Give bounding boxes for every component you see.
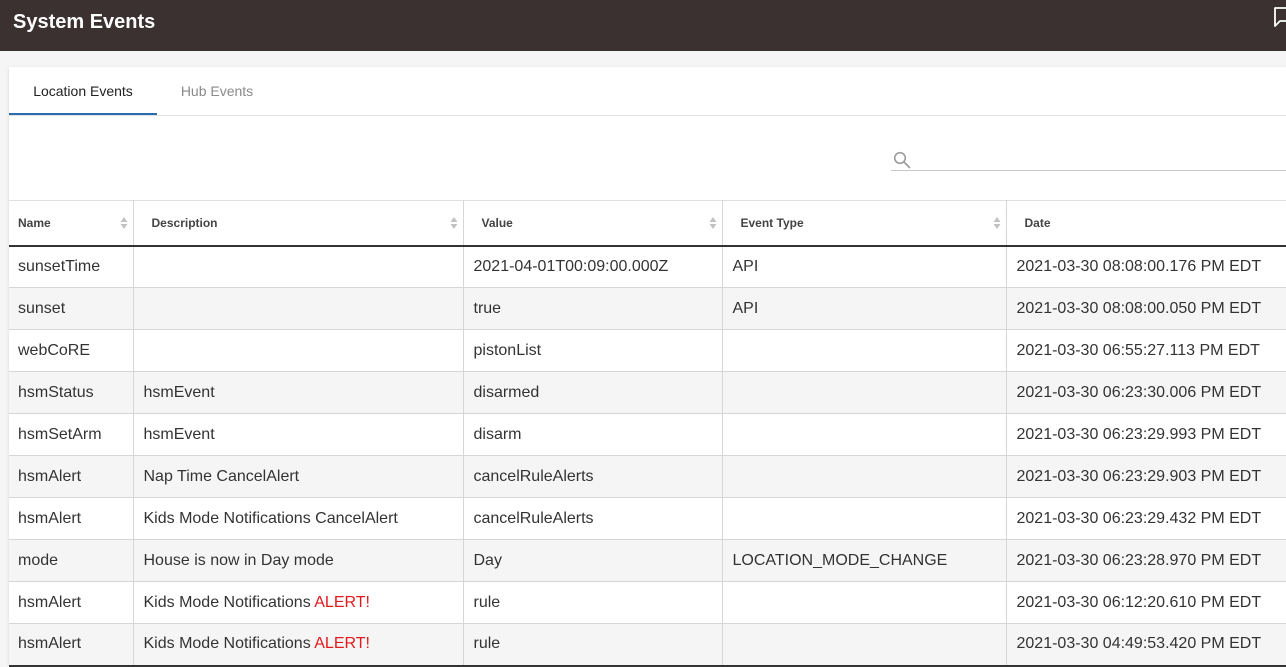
- column-header-label: Description: [151, 215, 218, 230]
- cell-value: Day: [463, 539, 723, 582]
- table-row: sunsetTime 2021-04-01T00:09:00.000Z API …: [9, 245, 1286, 288]
- cell-date: 2021-03-30 06:23:29.432 PM EDT: [1006, 497, 1286, 540]
- cell-description: Kids Mode Notifications CancelAlert: [133, 497, 464, 540]
- cell-name: hsmAlert: [9, 623, 134, 667]
- cell-event-type: [722, 581, 1007, 624]
- cell-description: Kids Mode Notifications ALERT!: [133, 623, 464, 667]
- column-header-label: Value: [481, 215, 513, 230]
- cell-event-type: API: [722, 245, 1007, 288]
- column-header-label: Event Type: [740, 215, 804, 230]
- table-row: sunset true API 2021-03-30 08:08:00.050 …: [9, 287, 1286, 330]
- cell-date: 2021-03-30 06:23:30.006 PM EDT: [1006, 371, 1286, 414]
- sort-icon: [709, 217, 716, 229]
- cell-value: disarm: [463, 413, 723, 456]
- column-header-value[interactable]: Value: [463, 200, 723, 247]
- tab-location-events[interactable]: Location Events: [9, 67, 157, 115]
- cell-date: 2021-03-30 06:23:28.970 PM EDT: [1006, 539, 1286, 582]
- tab-label: Location Events: [33, 83, 133, 99]
- cell-date: 2021-03-30 04:49:53.420 PM EDT: [1006, 623, 1286, 667]
- table-header-row: Name Description Value Event Type Date: [9, 200, 1286, 247]
- tab-label: Hub Events: [180, 83, 254, 99]
- cell-value: cancelRuleAlerts: [463, 455, 723, 498]
- tab-bar: Location Events Hub Events: [9, 67, 1286, 116]
- cell-value: rule: [463, 623, 723, 667]
- cell-name: hsmAlert: [9, 455, 134, 498]
- cell-name: hsmSetArm: [9, 413, 134, 456]
- cell-description: hsmEvent: [133, 413, 464, 456]
- events-card: Location Events Hub Events Name Descript…: [9, 67, 1286, 667]
- table-row: hsmAlert Kids Mode Notifications ALERT! …: [9, 623, 1286, 667]
- cell-event-type: [722, 413, 1007, 456]
- cell-description: [133, 329, 464, 372]
- cell-name: hsmAlert: [9, 497, 134, 540]
- cell-date: 2021-03-30 06:23:29.903 PM EDT: [1006, 455, 1286, 498]
- cell-event-type: [722, 329, 1007, 372]
- cell-name: mode: [9, 539, 134, 582]
- table-row: mode House is now in Day mode Day LOCATI…: [9, 539, 1286, 582]
- cell-description: Kids Mode Notifications ALERT!: [133, 581, 464, 624]
- cell-date: 2021-03-30 08:08:00.176 PM EDT: [1006, 245, 1286, 288]
- table-row: hsmAlert Kids Mode Notifications CancelA…: [9, 497, 1286, 540]
- cell-date: 2021-03-30 08:08:00.050 PM EDT: [1006, 287, 1286, 330]
- column-header-event-type[interactable]: Event Type: [722, 200, 1007, 247]
- cell-value: pistonList: [463, 329, 723, 372]
- cell-description: hsmEvent: [133, 371, 464, 414]
- cell-event-type: [722, 455, 1007, 498]
- column-header-description[interactable]: Description: [133, 200, 464, 247]
- cell-name: hsmAlert: [9, 581, 134, 624]
- cell-event-type: [722, 497, 1007, 540]
- cell-name: hsmStatus: [9, 371, 134, 414]
- cell-date: 2021-03-30 06:55:27.113 PM EDT: [1006, 329, 1286, 372]
- cell-value: disarmed: [463, 371, 723, 414]
- tab-hub-events[interactable]: Hub Events: [157, 67, 277, 115]
- cell-value: true: [463, 287, 723, 330]
- search-icon: [893, 151, 911, 169]
- page-title: System Events: [13, 11, 156, 33]
- sort-icon: [993, 217, 1000, 229]
- sort-icon: [450, 217, 457, 229]
- top-bar: System Events: [0, 0, 1286, 51]
- search-input[interactable]: [917, 149, 1282, 170]
- cell-event-type: [722, 623, 1007, 667]
- events-table: Name Description Value Event Type Date s…: [9, 200, 1286, 667]
- chat-icon[interactable]: [1274, 7, 1286, 27]
- cell-date: 2021-03-30 06:23:29.993 PM EDT: [1006, 413, 1286, 456]
- cell-value: 2021-04-01T00:09:00.000Z: [463, 245, 723, 288]
- cell-description: Nap Time CancelAlert: [133, 455, 464, 498]
- column-header-label: Date: [1024, 215, 1051, 230]
- search-box: [891, 149, 1286, 171]
- table-row: webCoRE pistonList 2021-03-30 06:55:27.1…: [9, 329, 1286, 372]
- column-header-label: Name: [18, 215, 51, 230]
- cell-value: rule: [463, 581, 723, 624]
- column-header-date[interactable]: Date: [1006, 200, 1286, 247]
- cell-name: sunset: [9, 287, 134, 330]
- cell-name: webCoRE: [9, 329, 134, 372]
- cell-description: [133, 245, 464, 288]
- table-row: hsmSetArm hsmEvent disarm 2021-03-30 06:…: [9, 413, 1286, 456]
- cell-name: sunsetTime: [9, 245, 134, 288]
- cell-event-type: API: [722, 287, 1007, 330]
- table-row: hsmStatus hsmEvent disarmed 2021-03-30 0…: [9, 371, 1286, 414]
- cell-event-type: LOCATION_MODE_CHANGE: [722, 539, 1007, 582]
- cell-event-type: [722, 371, 1007, 414]
- cell-value: cancelRuleAlerts: [463, 497, 723, 540]
- column-header-name[interactable]: Name: [9, 200, 134, 247]
- table-row: hsmAlert Nap Time CancelAlert cancelRule…: [9, 455, 1286, 498]
- sort-icon: [120, 217, 127, 229]
- cell-description: House is now in Day mode: [133, 539, 464, 582]
- cell-description: [133, 287, 464, 330]
- cell-date: 2021-03-30 06:12:20.610 PM EDT: [1006, 581, 1286, 624]
- table-row: hsmAlert Kids Mode Notifications ALERT! …: [9, 581, 1286, 624]
